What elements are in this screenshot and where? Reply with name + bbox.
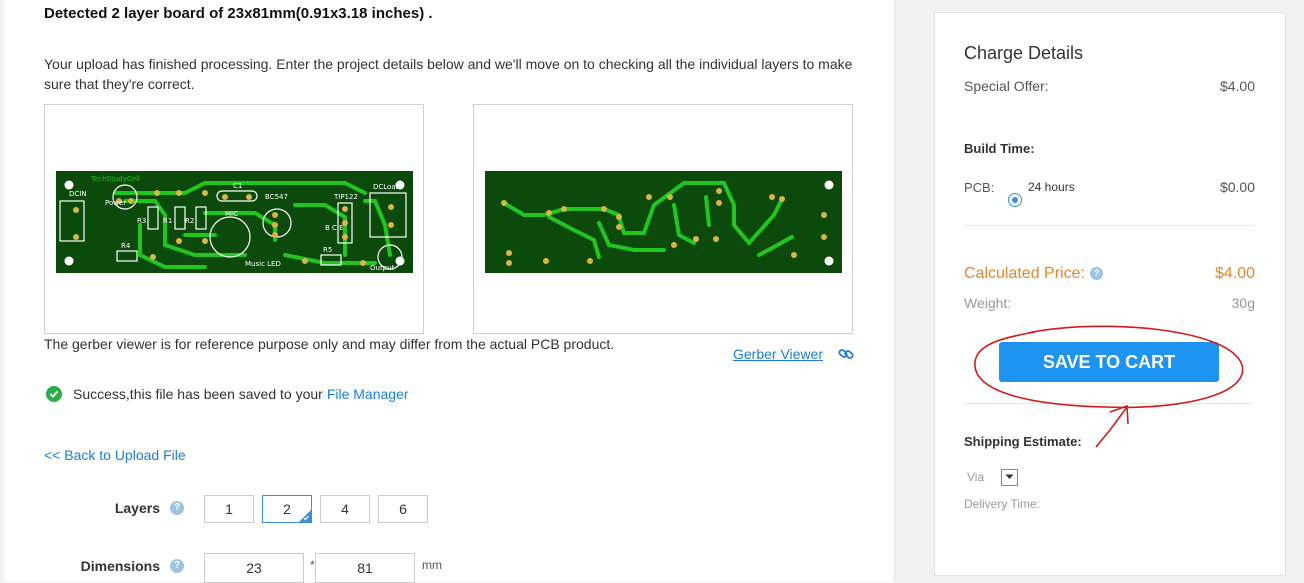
silk-bce: B C E [325,224,344,232]
silk-r4: R4 [121,242,131,250]
gerber-viewer-link[interactable]: Gerber Viewer [733,346,823,362]
pcb-board [485,171,842,273]
layer-option-2-label: 2 [283,501,291,517]
dimension-separator: * [310,558,315,572]
silk-dcin: DCIN [69,190,87,198]
check-circle-icon [46,386,62,402]
layer-option-6[interactable]: 6 [378,495,428,523]
silk-tip122: TIP122 [333,193,358,201]
layer-option-2[interactable]: 2 ✔ [262,495,312,523]
help-icon[interactable]: ? [170,501,184,515]
upload-description: Your upload has finished processing. Ent… [44,56,853,92]
main-panel: Detected 2 layer board of 23x81mm(0.91x3… [4,0,895,583]
save-to-cart-button[interactable]: SAVE TO CART [999,342,1219,382]
pcb-top-preview: TechStudyCell DCIN Power C1 BC547 TIP122… [44,104,424,334]
pcb-label: PCB: [964,180,995,195]
checkmark-icon: ✔ [303,514,310,523]
dimensions-label: Dimensions [80,558,160,574]
silk-output: Output [370,264,395,272]
special-offer-value: $4.00 [1219,78,1255,94]
dimension-height-input[interactable]: 81 [315,553,415,583]
pcb-option-label: 24 hours [1028,180,1075,194]
silk-dcload: DCLoad [373,183,400,191]
pcb-value: $0.00 [1219,179,1255,195]
success-message: Success,this file has been saved to your… [46,386,409,402]
calculated-price-value: $4.00 [1214,265,1255,282]
pcb-24-hours-radio[interactable] [1008,193,1022,207]
silk-r5: R5 [323,246,332,254]
page-title: Detected 2 layer board of 23x81mm(0.91x3… [44,5,433,22]
layer-option-1[interactable]: 1 [204,495,254,523]
calculated-price-label: Calculated Price: [964,265,1085,282]
file-manager-link[interactable]: File Manager [327,386,409,402]
success-text: Success,this file has been saved to your [73,386,323,402]
silk-music-led: Music LED [245,260,281,268]
delivery-time-label: Delivery Time: [964,497,1041,511]
special-offer-label: Special Offer: [964,78,1049,94]
via-label: Via [967,470,985,484]
silk-power: Power [105,199,126,207]
build-time-label: Build Time: [964,141,1035,156]
link-icon[interactable] [838,346,854,362]
layers-label: Layers [114,500,160,516]
silk-bc547: BC547 [265,193,288,201]
dimension-unit: mm [422,558,442,572]
silk-r2: R2 [185,217,194,225]
gerber-viewer-note: The gerber viewer is for reference purpo… [44,336,615,352]
help-icon[interactable]: ? [1090,267,1103,280]
pcb-bottom-preview [473,104,853,334]
silk-r3: R3 [137,217,146,225]
back-to-upload-link[interactable]: << Back to Upload File [44,447,186,463]
layer-option-4[interactable]: 4 [320,495,370,523]
chevron-down-icon [1005,474,1014,479]
dimension-width-input[interactable]: 23 [204,553,304,583]
divider [964,225,1254,226]
silk-r1: R1 [163,217,172,225]
silk-techstudycell: TechStudyCell [90,175,140,183]
divider [964,403,1254,404]
shipping-estimate-label: Shipping Estimate: [964,434,1082,449]
silk-c1: C1 [233,182,242,190]
weight-label: Weight: [964,295,1012,311]
charge-details-panel: Charge Details Special Offer: $4.00 Buil… [934,12,1286,576]
via-dropdown[interactable] [1001,469,1018,486]
charge-details-heading: Charge Details [964,43,1084,63]
weight-value: 30g [1231,295,1255,311]
silk-mic: MIC [225,210,238,218]
help-icon[interactable]: ? [170,559,184,573]
